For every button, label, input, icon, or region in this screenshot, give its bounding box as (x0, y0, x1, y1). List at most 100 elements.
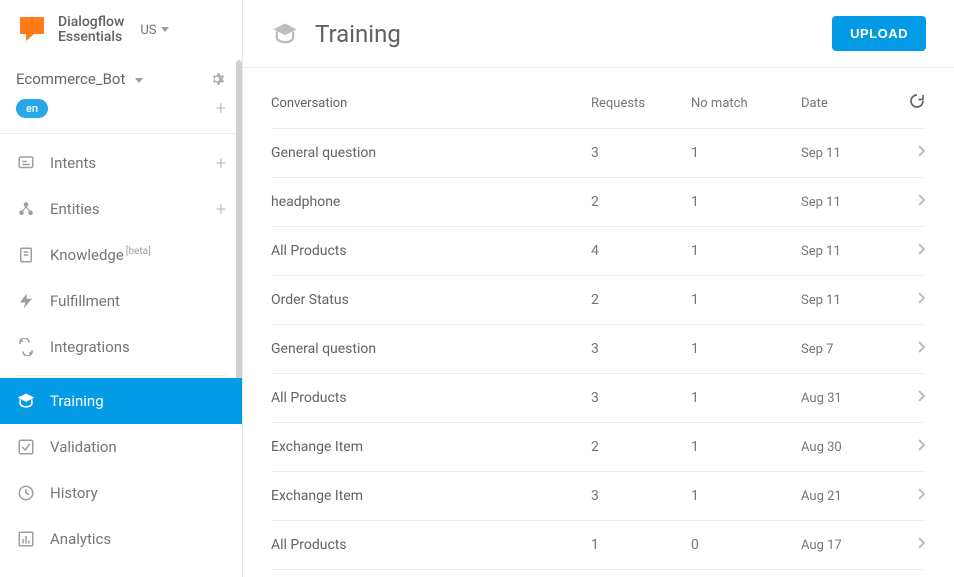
chevron-right-icon (881, 488, 926, 504)
cell-requests: 2 (591, 194, 691, 210)
cell-conversation: Exchange Item (271, 488, 591, 504)
table-row[interactable]: Exchange Item21Aug 30 (271, 423, 926, 472)
col-requests: Requests (591, 96, 691, 111)
nav-item-knowledge[interactable]: Knowledge[beta] (0, 232, 242, 278)
training-icon (271, 20, 299, 48)
table-row[interactable]: All Products41Sep 11 (271, 227, 926, 276)
cell-requests: 1 (591, 537, 691, 553)
cell-nomatch: 1 (691, 145, 801, 161)
nav-item-intents[interactable]: Intents + (0, 140, 242, 186)
col-nomatch: No match (691, 96, 801, 111)
nav-item-history[interactable]: History (0, 470, 242, 516)
cell-requests: 3 (591, 341, 691, 357)
agent-selector-row: Ecommerce_Bot (0, 64, 242, 90)
add-entity-button[interactable]: + (216, 199, 226, 220)
brand-name: Dialogflow Essentials (58, 15, 124, 46)
cell-nomatch: 1 (691, 292, 801, 308)
nav-label: Intents (50, 154, 202, 172)
add-language-button[interactable]: + (216, 98, 226, 119)
nav: Intents + Entities + Knowledge[beta] (0, 134, 242, 562)
caret-down-icon (135, 70, 143, 88)
col-date: Date (801, 96, 881, 111)
nav-label: Validation (50, 438, 226, 456)
table-body: General question31Sep 11headphone21Sep 1… (271, 129, 926, 570)
history-icon (16, 483, 36, 503)
cell-conversation: Order Status (271, 292, 591, 308)
chevron-right-icon (881, 537, 926, 553)
knowledge-icon (16, 245, 36, 265)
nav-label: Fulfillment (50, 292, 226, 310)
col-conversation: Conversation (271, 96, 591, 111)
table-row[interactable]: Order Status21Sep 11 (271, 276, 926, 325)
nav-label: Training (50, 392, 226, 410)
caret-down-icon (161, 27, 169, 33)
cell-requests: 3 (591, 488, 691, 504)
nav-label: Analytics (50, 530, 226, 548)
agent-name-label: Ecommerce_Bot (16, 70, 125, 88)
cell-date: Aug 21 (801, 489, 881, 504)
cell-date: Sep 11 (801, 195, 881, 210)
nav-label: Entities (50, 200, 202, 218)
cell-nomatch: 1 (691, 243, 801, 259)
cell-date: Aug 31 (801, 391, 881, 406)
nav-item-validation[interactable]: Validation (0, 424, 242, 470)
brand: Dialogflow Essentials US (0, 0, 242, 64)
table-row[interactable]: Exchange Item31Aug 21 (271, 472, 926, 521)
table-header: Conversation Requests No match Date (271, 68, 926, 129)
chevron-right-icon (881, 341, 926, 357)
cell-nomatch: 1 (691, 194, 801, 210)
integrations-icon (16, 337, 36, 357)
refresh-button[interactable] (881, 92, 926, 114)
cell-nomatch: 1 (691, 488, 801, 504)
cell-conversation: All Products (271, 390, 591, 406)
table-row[interactable]: All Products10Aug 17 (271, 521, 926, 570)
table-row[interactable]: General question31Sep 7 (271, 325, 926, 374)
cell-requests: 3 (591, 145, 691, 161)
nav-item-training[interactable]: Training (0, 378, 242, 424)
table-row[interactable]: All Products31Aug 31 (271, 374, 926, 423)
chevron-right-icon (881, 243, 926, 259)
cell-date: Sep 11 (801, 293, 881, 308)
cell-conversation: Exchange Item (271, 439, 591, 455)
cell-conversation: All Products (271, 243, 591, 259)
nav-label: Knowledge[beta] (50, 246, 226, 264)
topbar: Training UPLOAD (243, 0, 954, 68)
cell-conversation: General question (271, 341, 591, 357)
analytics-icon (16, 529, 36, 549)
cell-requests: 2 (591, 439, 691, 455)
dialogflow-logo-icon (16, 14, 48, 46)
cell-date: Aug 17 (801, 538, 881, 553)
cell-conversation: headphone (271, 194, 591, 210)
cell-conversation: All Products (271, 537, 591, 553)
cell-requests: 2 (591, 292, 691, 308)
add-intent-button[interactable]: + (216, 153, 226, 174)
chevron-right-icon (881, 145, 926, 161)
language-pill[interactable]: en (16, 99, 48, 118)
cell-nomatch: 0 (691, 537, 801, 553)
agent-selector[interactable]: Ecommerce_Bot (16, 70, 143, 88)
cell-requests: 3 (591, 390, 691, 406)
upload-button[interactable]: UPLOAD (832, 16, 926, 51)
cell-date: Sep 11 (801, 244, 881, 259)
cell-requests: 4 (591, 243, 691, 259)
locale-selector[interactable]: US (140, 23, 168, 38)
cell-nomatch: 1 (691, 341, 801, 357)
nav-label: Integrations (50, 338, 226, 356)
page-title: Training (315, 20, 401, 48)
intents-icon (16, 153, 36, 173)
nav-item-integrations[interactable]: Integrations (0, 324, 242, 370)
gear-icon[interactable] (208, 70, 226, 88)
validation-icon (16, 437, 36, 457)
table-row[interactable]: General question31Sep 11 (271, 129, 926, 178)
nav-item-fulfillment[interactable]: Fulfillment (0, 278, 242, 324)
cell-nomatch: 1 (691, 390, 801, 406)
cell-date: Aug 30 (801, 440, 881, 455)
nav-label: History (50, 484, 226, 502)
fulfillment-icon (16, 291, 36, 311)
nav-item-analytics[interactable]: Analytics (0, 516, 242, 562)
nav-item-entities[interactable]: Entities + (0, 186, 242, 232)
cell-date: Sep 11 (801, 146, 881, 161)
table-row[interactable]: headphone21Sep 11 (271, 178, 926, 227)
cell-date: Sep 7 (801, 342, 881, 357)
entities-icon (16, 199, 36, 219)
